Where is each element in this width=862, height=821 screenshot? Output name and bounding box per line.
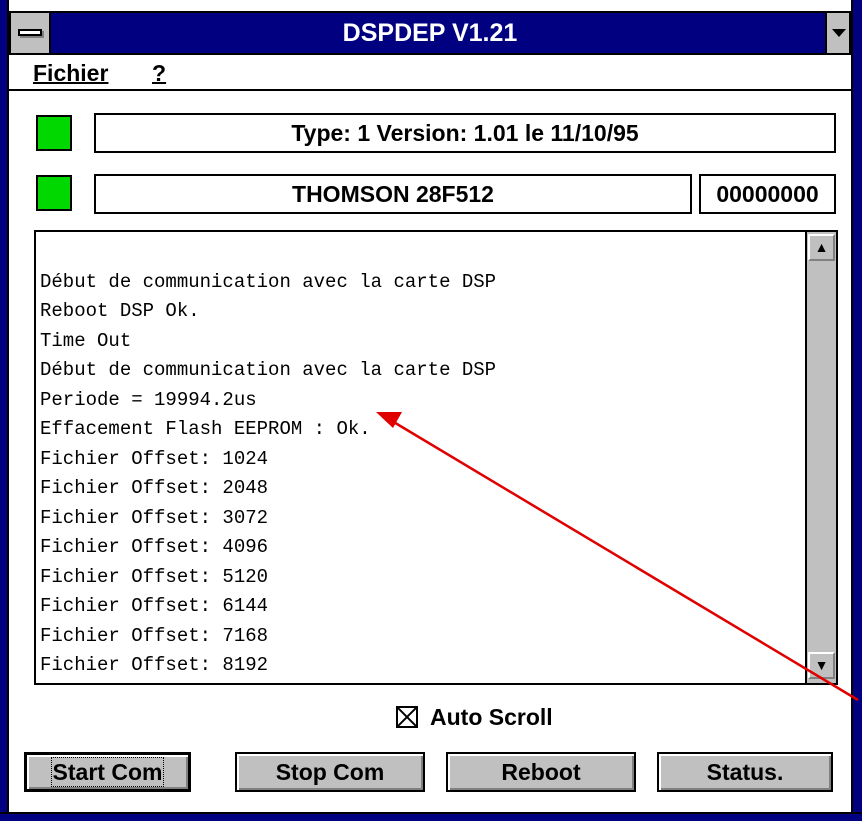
title-bar[interactable]: DSPDEP V1.21 <box>9 11 851 55</box>
start-com-button[interactable]: Start Com <box>24 752 191 792</box>
menu-bar: Fichier ? <box>9 55 851 91</box>
log-line: Fichier Offset: 4096 <box>40 536 269 558</box>
log-line: Fichier Offset: 6144 <box>40 595 269 617</box>
log-listbox[interactable]: Début de communication avec la carte DSP… <box>34 230 838 685</box>
window-title: DSPDEP V1.21 <box>342 19 518 47</box>
minimize-button[interactable] <box>825 13 849 53</box>
log-text: Début de communication avec la carte DSP… <box>40 238 805 740</box>
status-button[interactable]: Status. <box>657 752 833 792</box>
log-line: Fichier Offset: 2048 <box>40 477 269 499</box>
scroll-up-button[interactable]: ▲ <box>808 234 835 261</box>
arrow-down-icon: ▼ <box>814 657 829 673</box>
arrow-up-icon: ▲ <box>814 239 829 255</box>
stop-com-label: Stop Com <box>275 759 385 785</box>
reboot-button[interactable]: Reboot <box>446 752 636 792</box>
log-line: Effacement Flash EEPROM : Ok. <box>40 418 371 440</box>
log-line: Fichier Offset: 3072 <box>40 506 269 529</box>
log-line: Periode = 19994.2us <box>40 388 257 411</box>
device-panel: THOMSON 28F512 <box>94 174 692 214</box>
log-line: Reboot DSP Ok. <box>40 300 200 322</box>
scroll-down-button[interactable]: ▼ <box>808 652 835 679</box>
counter-panel: 00000000 <box>699 174 836 214</box>
menu-fichier[interactable]: Fichier <box>33 60 108 87</box>
type-version-text: Type: 1 Version: 1.01 le 11/10/95 <box>291 120 639 146</box>
log-line: Début de communication avec la carte DSP <box>40 359 497 381</box>
start-com-label: Start Com <box>50 757 165 787</box>
status-led-2 <box>36 175 72 211</box>
log-line: Fichier Offset: 1024 <box>40 447 269 470</box>
minimize-arrow-icon <box>832 29 846 37</box>
counter-value: 00000000 <box>716 181 819 207</box>
log-line: Fichier Offset: 8192 <box>40 654 269 676</box>
log-line: Time Out <box>40 329 132 352</box>
vertical-scrollbar[interactable]: ▲ ▼ <box>805 232 836 683</box>
window-border-left[interactable] <box>0 0 9 821</box>
auto-scroll-label: Auto Scroll <box>430 704 553 730</box>
app-window: DSPDEP V1.21 Fichier ? Type: 1 Version: … <box>0 0 862 821</box>
stop-com-button[interactable]: Stop Com <box>235 752 425 792</box>
log-line: Fichier Offset: 5120 <box>40 565 269 588</box>
reboot-label: Reboot <box>501 759 581 785</box>
device-name-text: THOMSON 28F512 <box>292 181 494 207</box>
checkbox-checked-icon[interactable] <box>396 706 418 728</box>
log-line: Fichier Offset: 7168 <box>40 624 269 647</box>
menu-help[interactable]: ? <box>152 60 166 87</box>
status-label: Status. <box>706 759 784 785</box>
type-version-panel: Type: 1 Version: 1.01 le 11/10/95 <box>94 113 836 153</box>
log-line: Début de communication avec la carte DSP <box>40 270 497 293</box>
window-border-right[interactable] <box>851 0 862 821</box>
window-border-bottom[interactable] <box>0 812 862 821</box>
status-led-1 <box>36 115 72 151</box>
